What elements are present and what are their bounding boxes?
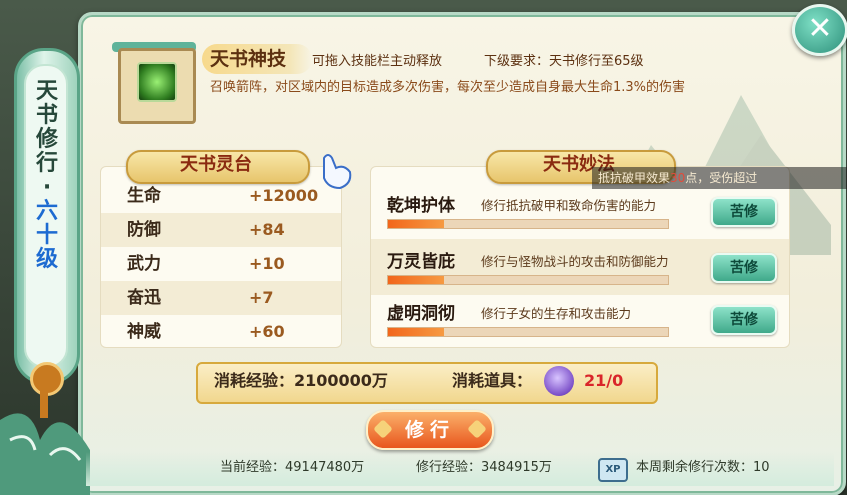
tooltip-value: 30	[670, 171, 686, 185]
art-progress-fill	[388, 328, 444, 336]
train-button-label: 修行	[404, 419, 455, 441]
pointer-hand-icon	[323, 154, 352, 190]
stat-name: 武力	[127, 254, 161, 274]
diamond-icon	[373, 419, 393, 439]
art-name: 虚明洞彻	[387, 304, 455, 324]
art-progress-bar	[387, 219, 669, 229]
train-exp: 修行经验：3484915万	[416, 460, 552, 475]
stats-title: 天书灵台	[180, 154, 252, 175]
level-title-line1: 天书修行·	[35, 79, 58, 200]
green-arrow-skill-icon[interactable]	[137, 62, 177, 102]
skill-hint: 可拖入技能栏主动释放	[312, 54, 443, 69]
level-title: 天书修行·六十级	[34, 80, 60, 272]
diamond-icon	[467, 419, 487, 439]
art-description: 修行子女的生存和攻击能力	[481, 306, 632, 321]
stat-value: +12000	[249, 186, 319, 205]
skill-requirement: 下级要求：天书修行至65级	[484, 54, 644, 69]
art-row: 乾坤护体 修行抵抗破甲和致命伤害的能力 苦修	[371, 183, 789, 239]
current-exp: 当前经验：49147480万	[220, 460, 365, 475]
train-button[interactable]: 修行	[366, 410, 494, 450]
art-progress-fill	[388, 220, 444, 228]
tooltip-overlay: 抵抗破甲效果30点，受伤超过	[592, 167, 847, 189]
stat-row: 生命 +12000	[101, 179, 341, 213]
stat-name: 神威	[127, 322, 161, 342]
stat-name: 奋迅	[127, 288, 161, 308]
skill-title: 天书神技	[210, 48, 287, 70]
close-icon: ✕	[807, 11, 833, 46]
close-button[interactable]: ✕	[792, 4, 847, 56]
stat-row: 奋迅 +7	[101, 281, 341, 315]
art-progress-fill	[388, 276, 444, 284]
stat-value: +84	[249, 220, 285, 239]
arts-panel: 乾坤护体 修行抵抗破甲和致命伤害的能力 苦修 万灵皆庇 修行与怪物战斗的攻击和防…	[370, 166, 790, 348]
train-art-button[interactable]: 苦修	[711, 253, 777, 283]
stat-value: +7	[249, 288, 274, 307]
train-art-button-label: 苦修	[730, 312, 758, 328]
art-description: 修行与怪物战斗的攻击和防御能力	[481, 254, 669, 269]
stat-name: 生命	[127, 186, 161, 206]
art-row: 万灵皆庇 修行与怪物战斗的攻击和防御能力 苦修	[371, 239, 789, 295]
purple-spirit-orb-icon[interactable]	[544, 366, 574, 396]
art-progress-bar	[387, 327, 669, 337]
train-art-button-label: 苦修	[730, 204, 758, 220]
tooltip-prefix: 抵抗破甲效果	[598, 171, 671, 185]
stat-row: 神威 +60	[101, 315, 341, 349]
skill-description: 召唤箭阵，对区域内的目标造成多次伤害，每次至少造成自身最大生命1.3%的伤害	[210, 80, 686, 95]
stat-row: 武力 +10	[101, 247, 341, 281]
game-screen: 天书修行·六十级 ✕ 天书神技 可拖入技能栏主动释放 下级要求：天书修行至65级…	[0, 0, 847, 495]
train-art-button[interactable]: 苦修	[711, 197, 777, 227]
art-progress-bar	[387, 275, 669, 285]
xp-icon: XP	[598, 458, 628, 482]
art-name: 万灵皆庇	[387, 252, 455, 272]
weekly-remaining: 本周剩余修行次数：10	[636, 460, 770, 475]
stat-row: 防御 +84	[101, 213, 341, 247]
tooltip-suffix: 点，受伤超过	[685, 171, 758, 185]
art-description: 修行抵抗破甲和致命伤害的能力	[481, 198, 657, 213]
stat-name: 防御	[127, 220, 161, 240]
cost-item-count: 21/0	[584, 371, 624, 390]
stat-value: +60	[249, 322, 285, 341]
level-title-line2: 六十级	[35, 199, 58, 272]
art-row: 虚明洞彻 修行子女的生存和攻击能力 苦修	[371, 291, 789, 347]
stats-table: 生命 +12000 防御 +84 武力 +10 奋迅 +7 神威 +60	[100, 166, 342, 348]
cost-exp: 消耗经验：2100000万	[214, 371, 388, 390]
cost-item-label: 消耗道具：	[452, 371, 533, 390]
train-art-button[interactable]: 苦修	[711, 305, 777, 335]
art-name: 乾坤护体	[387, 196, 455, 216]
train-art-button-label: 苦修	[730, 260, 758, 276]
stat-value: +10	[249, 254, 285, 273]
leaf-decoration	[0, 413, 90, 495]
